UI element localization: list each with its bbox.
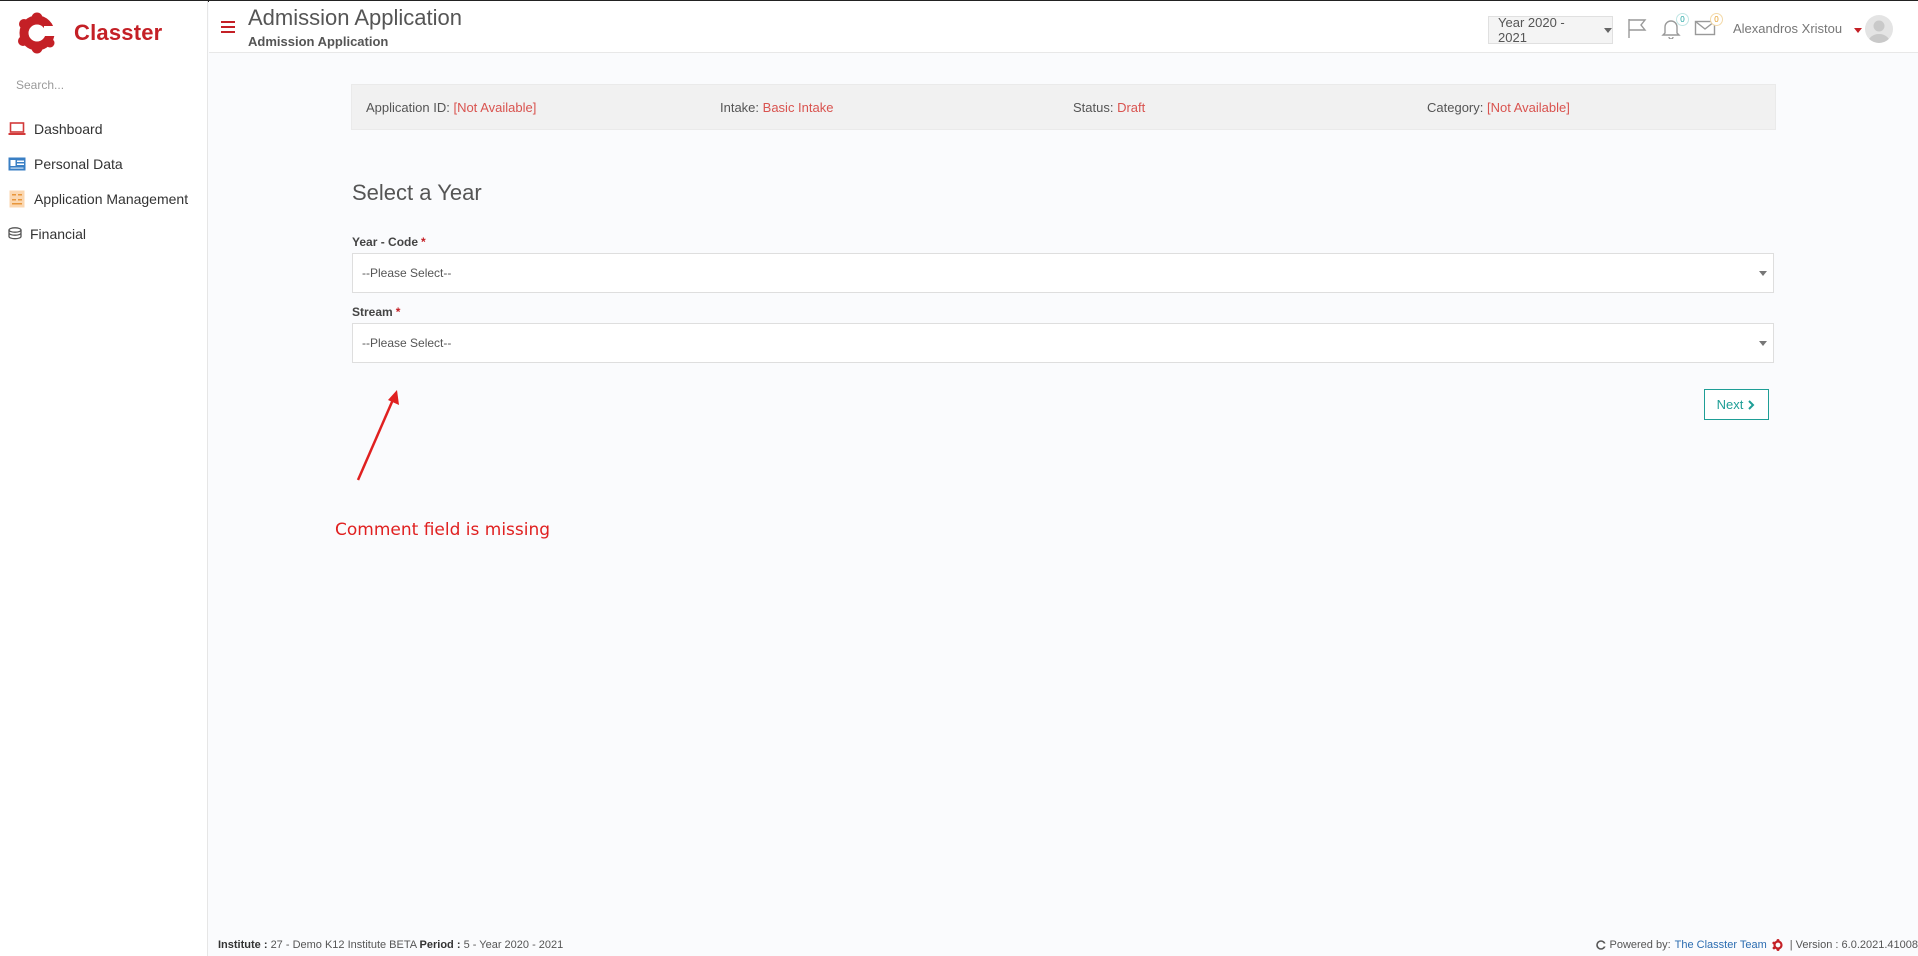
laptop-icon	[8, 121, 26, 137]
mail-icon[interactable]: 0	[1694, 13, 1723, 39]
classter-small-icon	[1596, 940, 1607, 950]
brand[interactable]: Classter	[16, 11, 162, 55]
application-id-label: Application ID:	[366, 100, 450, 115]
period-label: Period :	[419, 939, 461, 951]
sidebar-item-label: Application Management	[34, 190, 189, 207]
hamburger-menu-icon[interactable]	[221, 21, 235, 33]
user-name[interactable]: Alexandros Xristou	[1733, 21, 1842, 36]
year-code-label-text: Year - Code	[352, 235, 419, 249]
category-label: Category:	[1427, 100, 1484, 115]
next-button[interactable]: Next	[1704, 389, 1769, 420]
status-label: Status:	[1073, 100, 1114, 115]
status-value: Draft	[1117, 100, 1146, 115]
sidebar: Classter Dashboard Pe	[0, 1, 208, 956]
intake-value: Basic Intake	[762, 100, 834, 115]
next-button-label: Next	[1716, 397, 1744, 412]
caret-down-icon	[1604, 27, 1612, 33]
sidebar-search-input[interactable]	[10, 71, 198, 99]
year-select[interactable]: Year 2020 - 2021	[1488, 15, 1613, 45]
chevron-right-icon	[1748, 399, 1755, 410]
intake-info: Intake: Basic Intake	[720, 100, 833, 115]
caret-down-icon[interactable]	[1854, 28, 1862, 33]
application-icon	[8, 190, 26, 207]
institute-label: Institute :	[218, 939, 268, 951]
id-card-icon	[8, 156, 26, 172]
caret-down-icon	[1759, 341, 1767, 346]
flag-icon[interactable]	[1626, 17, 1650, 39]
page-subtitle: Admission Application	[248, 34, 389, 49]
annotation-arrow-icon	[356, 390, 399, 481]
sidebar-nav: Dashboard Personal Data Application Mana…	[0, 111, 208, 251]
year-code-select[interactable]: --Please Select--	[352, 253, 1774, 293]
brand-name: Classter	[74, 20, 163, 45]
required-marker: *	[395, 305, 401, 319]
application-id-info: Application ID: [Not Available]	[366, 100, 536, 115]
stream-select-value: --Please Select--	[362, 336, 452, 350]
required-marker: *	[421, 235, 426, 249]
annotation-text: Comment field is missing	[335, 520, 551, 540]
bell-icon[interactable]: 0	[1660, 13, 1689, 40]
category-value: [Not Available]	[1487, 100, 1570, 115]
section-title: Select a Year	[352, 180, 482, 205]
year-code-label: Year - Code *	[352, 235, 426, 249]
coins-icon	[8, 226, 22, 242]
page-title: Admission Application	[248, 5, 463, 30]
sidebar-item-label: Personal Data	[34, 155, 123, 172]
page-header: Admission Application Admission Applicat…	[209, 1, 1918, 53]
status-info: Status: Draft	[1073, 100, 1145, 115]
period-value: 5 - Year 2020 - 2021	[463, 939, 564, 951]
footer-institute-info: Institute : 27 - Demo K12 Institute BETA…	[218, 939, 563, 951]
sidebar-item-financial[interactable]: Financial	[0, 216, 208, 251]
sidebar-item-application-management[interactable]: Application Management	[0, 181, 208, 216]
version-info: | Version : 6.0.2021.41008	[1789, 939, 1918, 951]
avatar[interactable]	[1865, 15, 1893, 43]
classter-logo-small-icon	[1772, 939, 1783, 951]
footer-powered-by: Powered by: The Classter Team | Version …	[1596, 939, 1918, 951]
sidebar-item-dashboard[interactable]: Dashboard	[0, 111, 208, 146]
intake-label: Intake:	[720, 100, 760, 115]
sidebar-item-label: Dashboard	[34, 120, 103, 137]
sidebar-item-label: Financial	[30, 225, 87, 242]
classter-team-link[interactable]: The Classter Team	[1675, 939, 1767, 951]
stream-select[interactable]: --Please Select--	[352, 323, 1774, 363]
messages-badge: 0	[1710, 13, 1723, 26]
application-info-bar: Application ID: [Not Available] Intake: …	[351, 84, 1776, 130]
year-select-value: Year 2020 - 2021	[1498, 15, 1565, 45]
caret-down-icon	[1759, 271, 1767, 276]
notifications-badge: 0	[1676, 13, 1689, 26]
powered-by-label: Powered by:	[1609, 939, 1671, 951]
institute-value: 27 - Demo K12 Institute BETA	[270, 939, 417, 951]
category-info: Category: [Not Available]	[1427, 100, 1570, 115]
stream-label-text: Stream	[352, 305, 393, 319]
classter-logo-icon	[18, 12, 58, 54]
sidebar-item-personal-data[interactable]: Personal Data	[0, 146, 208, 181]
application-id-value: [Not Available]	[453, 100, 537, 115]
page-footer: Institute : 27 - Demo K12 Institute BETA…	[209, 935, 1918, 956]
year-code-select-value: --Please Select--	[362, 266, 452, 280]
stream-label: Stream *	[352, 305, 400, 319]
